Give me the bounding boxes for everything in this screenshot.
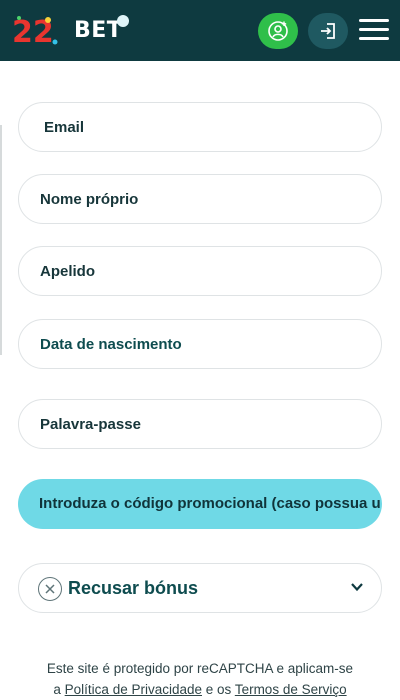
date-of-birth-field[interactable]: Data de nascimento — [18, 319, 382, 369]
terms-of-service-link[interactable]: Termos de Serviço — [235, 682, 347, 697]
sign-in-icon — [321, 23, 335, 39]
recaptcha-notice-line2: a Política de Privacidade e os Termos de… — [0, 679, 400, 700]
logo-snow-icon — [117, 15, 129, 27]
legal-prefix: a — [53, 682, 61, 697]
logo-number-graphic: 22 — [12, 15, 58, 50]
recaptcha-notice: Este site é protegido por reCAPTCHA e ap… — [0, 658, 400, 700]
close-circle-icon[interactable] — [38, 577, 62, 601]
chevron-down-icon[interactable] — [349, 581, 365, 593]
scroll-indicator — [0, 125, 2, 355]
user-plus-icon — [268, 21, 288, 41]
profile-button[interactable] — [258, 13, 298, 49]
date-of-birth-placeholder: Data de nascimento — [40, 336, 182, 353]
recaptcha-notice-line1: Este site é protegido por reCAPTCHA e ap… — [46, 661, 354, 676]
bonus-select[interactable]: Recusar bónus — [18, 563, 382, 613]
legal-connector: e os — [205, 682, 232, 697]
email-field[interactable]: Email — [18, 102, 382, 152]
login-button[interactable] — [308, 13, 348, 49]
privacy-policy-link[interactable]: Política de Privacidade — [65, 682, 202, 697]
promo-code-field[interactable]: Introduza o código promocional (caso pos… — [18, 479, 382, 529]
promo-code-placeholder: Introduza o código promocional (caso pos… — [39, 495, 381, 512]
first-name-placeholder: Nome próprio — [40, 191, 139, 208]
last-name-field[interactable]: Apelido — [18, 246, 382, 296]
last-name-placeholder: Apelido — [40, 263, 95, 280]
top-header: 22 BET — [0, 0, 400, 61]
email-placeholder: Email — [44, 119, 85, 136]
first-name-field[interactable]: Nome próprio — [18, 174, 382, 224]
hamburger-menu-button[interactable] — [356, 15, 392, 45]
password-placeholder: Palavra-passe — [40, 416, 141, 433]
hamburger-icon — [359, 19, 389, 22]
brand-logo[interactable]: 22 BET — [10, 12, 129, 50]
password-field[interactable]: Palavra-passe — [18, 399, 382, 449]
bonus-select-value: Recusar bónus — [68, 578, 199, 598]
